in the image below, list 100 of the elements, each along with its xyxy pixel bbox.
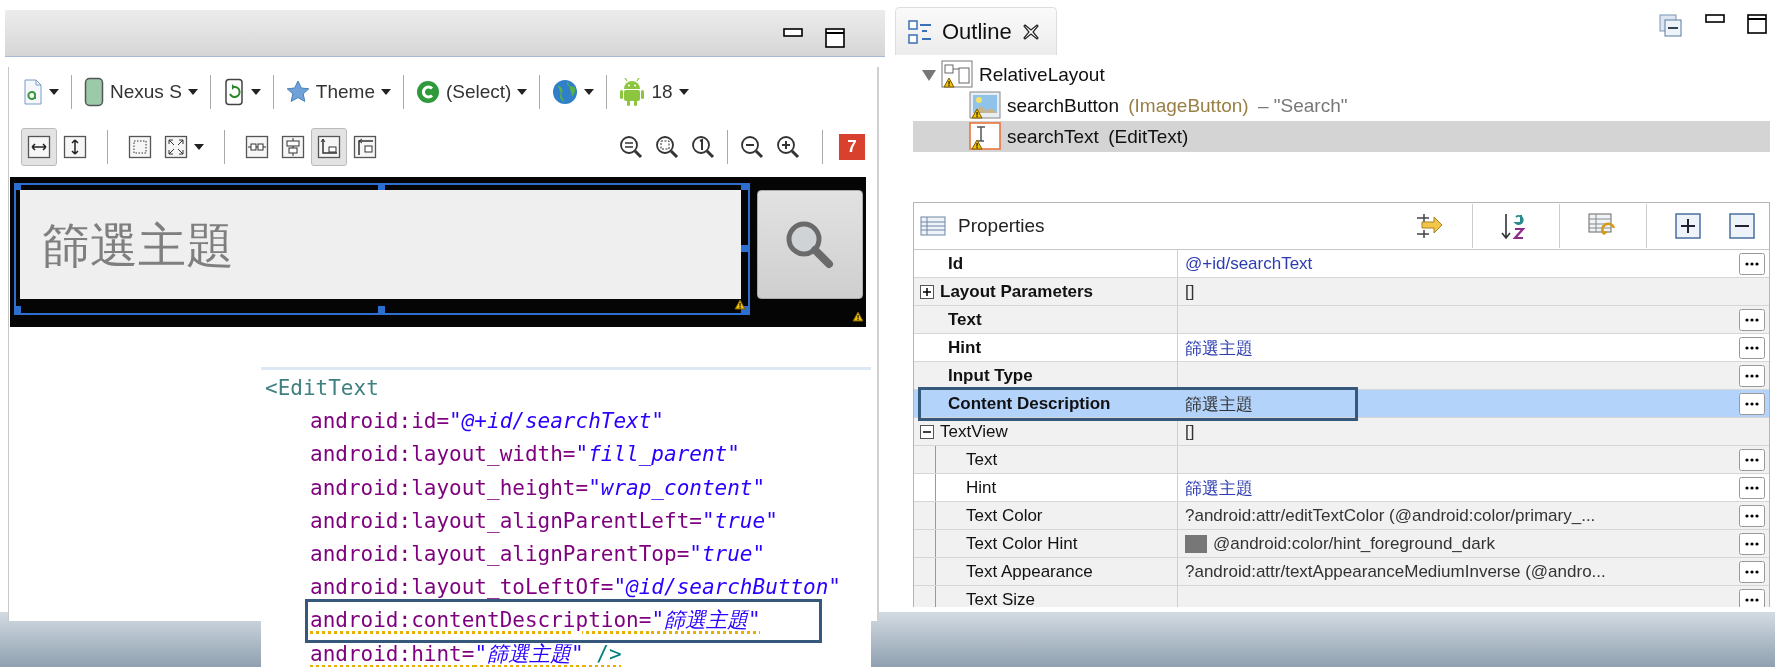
resize-handle[interactable]	[378, 306, 385, 313]
resize-handle[interactable]	[741, 183, 748, 190]
toolbar-dropdown[interactable]: Theme	[279, 73, 397, 111]
node-detail: – "Search"	[1256, 94, 1348, 117]
width-arrows-icon	[27, 135, 51, 159]
collapse-all-icon[interactable]	[1729, 213, 1755, 239]
property-row[interactable]: TextView []	[914, 418, 1769, 446]
minus-box-icon[interactable]	[920, 424, 934, 439]
outline-tab[interactable]: Outline	[895, 7, 1057, 55]
ellipsis-icon[interactable]	[1739, 561, 1765, 583]
toolbar-toggle[interactable]	[21, 128, 57, 166]
code-line: android:layout_alignParentLeft="true"	[310, 507, 778, 535]
resize-handle[interactable]	[378, 183, 385, 190]
ellipsis-icon[interactable]	[1739, 393, 1765, 415]
caret-icon	[49, 88, 59, 96]
minimize-icon[interactable]	[1705, 14, 1725, 24]
property-row[interactable]: Hint 篩選主題	[914, 334, 1769, 362]
code-line: android:hint="篩選主題" />	[310, 640, 622, 667]
ellipsis-icon[interactable]	[1739, 477, 1765, 499]
panel-title: Properties	[958, 215, 1045, 237]
ellipsis-icon[interactable]	[1739, 337, 1765, 359]
ellipsis-icon[interactable]	[1739, 449, 1765, 471]
code-line: android:layout_height="wrap_content"	[310, 474, 766, 502]
zoom-in-icon[interactable]	[776, 135, 800, 159]
issues-badge[interactable]: 7	[839, 134, 865, 160]
property-value: 篩選主題	[1185, 337, 1253, 360]
resize-handle[interactable]	[741, 245, 748, 252]
property-name: Id	[948, 254, 964, 274]
code-line: android:layout_width="fill_parent"	[310, 441, 740, 469]
ellipsis-icon[interactable]	[1739, 505, 1765, 527]
property-row[interactable]: Text Appearance ?android:attr/textAppearanceMediumInverse (@andro...	[914, 558, 1769, 586]
property-value: @+id/searchText	[1185, 254, 1313, 274]
node-type: (ImageButton)	[1127, 94, 1249, 117]
globe-icon	[552, 79, 579, 105]
property-value: []	[1185, 281, 1195, 302]
caret-icon	[194, 143, 204, 151]
tree-item[interactable]: searchText (EditText)	[913, 121, 1770, 152]
property-row[interactable]: Hint 篩選主題	[914, 474, 1769, 502]
toolbar-dropdown[interactable]: 18	[613, 73, 695, 111]
property-row[interactable]: Layout Parameters []	[914, 278, 1769, 306]
ellipsis-icon[interactable]	[1739, 589, 1765, 607]
node-type: (EditText)	[1107, 125, 1189, 148]
expanded-triangle-icon[interactable]	[921, 67, 937, 82]
code-line: android:layout_alignParentTop="true"	[310, 541, 766, 568]
zoom-out-icon[interactable]	[740, 135, 764, 159]
ellipsis-icon[interactable]	[1739, 309, 1765, 331]
property-name: Hint	[966, 478, 997, 498]
property-row[interactable]: Content Description 篩選主題	[914, 390, 1769, 418]
toolbar-dropdown[interactable]: (Select)	[409, 73, 534, 111]
maximize-icon[interactable]	[1747, 14, 1767, 34]
plus-box-icon[interactable]	[920, 284, 934, 299]
resize-handle[interactable]	[14, 183, 21, 190]
ellipsis-icon[interactable]	[1739, 365, 1765, 387]
code-line: <EditText	[265, 375, 379, 402]
tree-item[interactable]: searchButton (ImageButton) – "Search"	[913, 90, 1770, 121]
property-name: Text	[948, 310, 982, 330]
expand-all-icon[interactable]	[1675, 213, 1701, 239]
resize-handle[interactable]	[14, 306, 21, 313]
minimize-icon[interactable]	[783, 28, 803, 38]
node-name: searchButton	[1007, 94, 1119, 117]
property-name: Text Appearance	[966, 562, 1093, 582]
property-value: ?android:attr/editTextColor (@android:color/primary_...	[1185, 506, 1596, 526]
corner-layout-icon	[317, 135, 341, 159]
code-line: android:id="@+id/searchText"	[310, 408, 664, 436]
property-row[interactable]: Input Type	[914, 362, 1769, 390]
property-row[interactable]: Text Color Hint @android:color/hint_foreground_dark	[914, 530, 1769, 558]
property-value: 篩選主題	[1185, 477, 1253, 500]
close-icon[interactable]	[1021, 22, 1040, 41]
indent-arrow-icon[interactable]	[1414, 212, 1444, 240]
property-name: TextView	[940, 421, 1008, 442]
property-name: Hint	[948, 338, 982, 358]
search-button[interactable]	[757, 190, 863, 299]
property-name: Text Color	[966, 506, 1043, 526]
property-name: Text Color Hint	[966, 534, 1078, 554]
node-name: searchText	[1007, 125, 1099, 148]
property-row[interactable]: Id @+id/searchText	[914, 250, 1769, 278]
property-row[interactable]: Text	[914, 446, 1769, 474]
star-icon	[285, 80, 310, 104]
text-field[interactable]: 篩選主題	[20, 190, 741, 299]
property-row[interactable]: Text	[914, 306, 1769, 334]
property-row[interactable]: Text Size	[914, 586, 1769, 607]
tree-item[interactable]: RelativeLayout	[913, 59, 1770, 90]
toolbar-toggle[interactable]	[311, 128, 347, 166]
zoom-actual-icon[interactable]	[691, 135, 715, 159]
property-row[interactable]: Text Color ?android:attr/editTextColor (@android:color/primary_...	[914, 502, 1769, 530]
toolbar-dropdown[interactable]: Nexus S	[78, 73, 204, 111]
maximize-icon[interactable]	[825, 28, 845, 48]
phone-rotate-icon	[222, 78, 245, 106]
zoom-fit-icon[interactable]	[655, 135, 679, 159]
property-value: []	[1185, 421, 1195, 442]
tab-label: Outline	[942, 18, 1012, 45]
caret-icon	[584, 88, 595, 96]
ellipsis-icon[interactable]	[1739, 253, 1765, 275]
collapse-all-icon[interactable]	[1659, 14, 1683, 38]
caret-icon	[187, 88, 198, 96]
property-value: ?android:attr/textAppearanceMediumInverse (@andro...	[1185, 562, 1606, 582]
zoom-list-icon[interactable]	[619, 135, 643, 159]
ellipsis-icon[interactable]	[1739, 533, 1765, 555]
property-name: Input Type	[948, 366, 1033, 386]
caret-icon	[250, 88, 261, 96]
